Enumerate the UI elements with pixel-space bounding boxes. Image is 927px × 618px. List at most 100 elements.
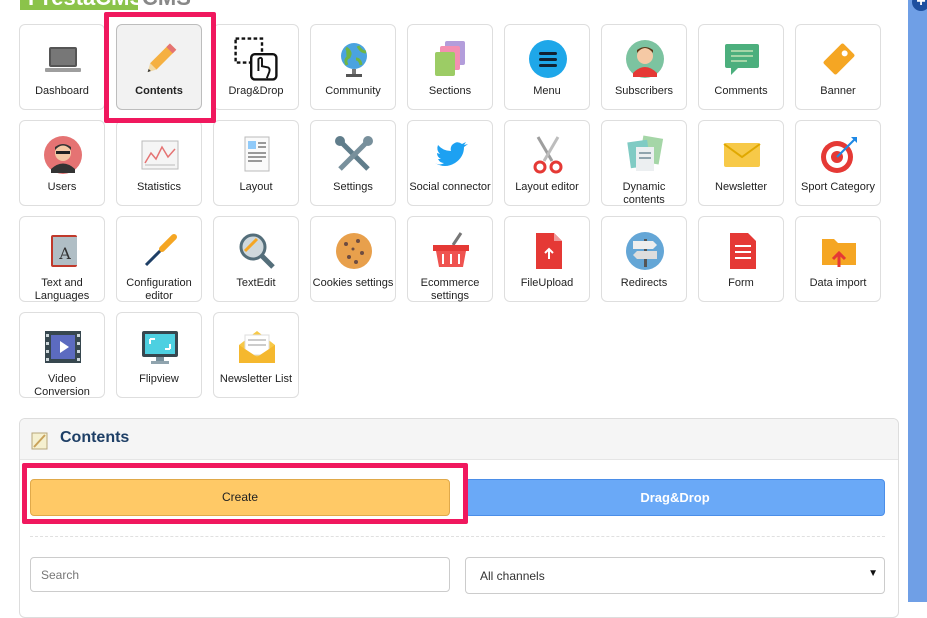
documents-icon (627, 135, 664, 171)
basket-icon (433, 232, 469, 267)
tile-statistics[interactable]: Statistics (116, 120, 202, 206)
file-upload-icon (536, 233, 562, 269)
tile-form[interactable]: Form (698, 216, 784, 302)
tile-label: Cookies settings (312, 277, 394, 289)
tile-social-connector[interactable]: Social connector (407, 120, 493, 206)
tile-dynamic-contents[interactable]: Dynamic contents (601, 120, 687, 206)
create-button[interactable]: Create (30, 479, 450, 516)
tile-text-and-languages[interactable]: A Text and Languages (19, 216, 105, 302)
tile-community[interactable]: Community (310, 24, 396, 110)
tile-label: Contents (135, 85, 183, 97)
tile-video-conversion[interactable]: Video Conversion (19, 312, 105, 398)
scissors-icon (533, 136, 563, 174)
tile-layout-editor[interactable]: Layout editor (504, 120, 590, 206)
laptop-icon (45, 47, 81, 72)
layout-icon (244, 136, 270, 172)
tile-fileupload[interactable]: FileUpload (504, 216, 590, 302)
user-icon (44, 136, 82, 174)
tile-label: Drag&Drop (228, 85, 284, 97)
signpost-icon (626, 232, 664, 270)
tile-banner[interactable]: Banner (795, 24, 881, 110)
tile-label: Comments (714, 85, 768, 97)
drag-drop-button[interactable]: Drag&Drop (465, 479, 885, 516)
notepad-icon (31, 432, 48, 450)
form-icon (730, 233, 756, 269)
channel-select[interactable]: All channels ▼ (465, 557, 885, 594)
tile-users[interactable]: Users (19, 120, 105, 206)
film-icon (45, 331, 81, 363)
tile-label: Sport Category (801, 181, 875, 193)
magnifier-icon (239, 233, 275, 269)
comment-icon (725, 44, 759, 75)
tile-label: TextEdit (236, 277, 276, 289)
tile-sections[interactable]: Sections (407, 24, 493, 110)
tile-menu[interactable]: Menu (504, 24, 590, 110)
tile-label: Layout editor (515, 181, 579, 193)
tile-newsletter[interactable]: Newsletter (698, 120, 784, 206)
tile-label: Dashboard (35, 85, 89, 97)
tile-configuration-editor[interactable]: Configuration editor (116, 216, 202, 302)
svg-text:A: A (58, 244, 71, 263)
tile-label: Video Conversion (34, 373, 90, 398)
pencil-icon (147, 43, 177, 73)
tile-label: Sections (428, 85, 472, 97)
tile-label: Menu (533, 85, 561, 97)
tile-label: Flipview (139, 373, 179, 385)
window-scroll-area (908, 0, 927, 602)
book-icon: A (51, 235, 77, 267)
tile-layout[interactable]: Layout (213, 120, 299, 206)
open-envelope-icon (239, 331, 275, 363)
tile-dashboard[interactable]: Dashboard (19, 24, 105, 110)
cookie-icon (336, 233, 372, 269)
tile-newsletter-list[interactable]: Newsletter List (213, 312, 299, 398)
app-logo: PrestaCMS CMS (20, 0, 220, 10)
screwdriver-icon (144, 234, 177, 267)
tile-label: Newsletter List (219, 373, 293, 385)
tile-label: Banner (820, 85, 856, 97)
tile-subscribers[interactable]: Subscribers (601, 24, 687, 110)
tile-flipview[interactable]: Flipview (116, 312, 202, 398)
tile-label: Text and Languages (34, 277, 90, 302)
panel-title: Contents (60, 429, 130, 446)
target-icon (821, 137, 857, 173)
tile-label: Dynamic contents (622, 181, 666, 206)
tile-label: Subscribers (614, 85, 674, 97)
statistics-icon (141, 140, 179, 170)
tile-comments[interactable]: Comments (698, 24, 784, 110)
tile-cookies-settings[interactable]: Cookies settings (310, 216, 396, 302)
tag-icon (823, 43, 855, 75)
tile-ecommerce-settings[interactable]: Ecommerce settings (407, 216, 493, 302)
globe-icon (341, 43, 367, 77)
tile-textedit[interactable]: TextEdit (213, 216, 299, 302)
logo-left: PrestaCMS (20, 0, 144, 10)
divider (30, 536, 885, 537)
drag-drop-icon (234, 37, 278, 81)
tile-label: Configuration editor (126, 277, 192, 302)
tile-sport-category[interactable]: Sport Category (795, 120, 881, 206)
panel-header: Contents (20, 419, 898, 460)
search-input[interactable] (30, 557, 450, 592)
monitor-icon (142, 331, 178, 364)
subscriber-icon (626, 40, 664, 78)
envelope-icon (723, 143, 761, 167)
channel-select-value: All channels (480, 569, 545, 583)
menu-icon (529, 40, 567, 78)
tile-label: Settings (333, 181, 373, 193)
tile-label: Users (47, 181, 77, 193)
sections-icon (435, 41, 465, 76)
tile-label: Community (325, 85, 381, 97)
tile-label: Social connector (409, 181, 491, 193)
tile-contents[interactable]: Contents (116, 24, 202, 110)
twitter-icon (435, 142, 468, 166)
tile-label: Form (728, 277, 754, 289)
tile-settings[interactable]: Settings (310, 120, 396, 206)
tile-label: Data import (809, 277, 867, 289)
tile-redirects[interactable]: Redirects (601, 216, 687, 302)
tile-label: Redirects (620, 277, 668, 289)
tile-data-import[interactable]: Data import (795, 216, 881, 302)
logo-right: CMS (142, 0, 191, 10)
folder-import-icon (822, 239, 856, 267)
tile-label: FileUpload (520, 277, 574, 289)
tile-label: Layout (239, 181, 273, 193)
tile-drag-drop[interactable]: Drag&Drop (213, 24, 299, 110)
